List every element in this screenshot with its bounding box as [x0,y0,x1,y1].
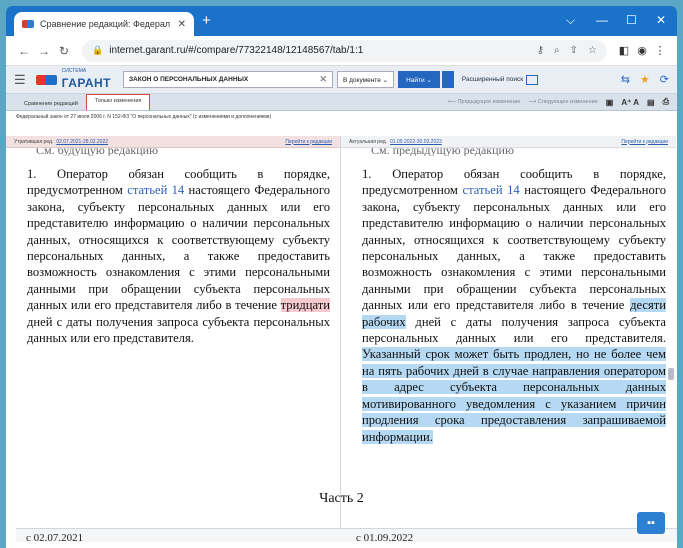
next-change-button[interactable]: ⟶ Следующее изменение [528,99,597,105]
logo-small-text: СИСТЕМА [61,67,87,74]
tab-close-icon[interactable]: ✕ [178,19,186,30]
left-text-c: дней с даты получения запроса субъекта п… [27,314,330,346]
clear-search-icon[interactable]: ✕ [319,74,327,85]
left-removed-text: тридцати [280,298,330,313]
lock-icon: 🔒 [92,45,104,55]
advanced-search-icon [526,74,539,85]
advanced-search-link[interactable]: Расширенный поиск [461,74,539,85]
right-text-b: настоящего Федерального закона, субъекту… [362,183,666,313]
tab-only-changes[interactable]: Только изменения [85,94,151,110]
left-column: Утратившая ред. 02.07.2021-28.02.2022 Пе… [6,136,341,542]
garant-logo-mark-icon [35,73,58,87]
maximize-button[interactable]: ☐ [626,13,637,27]
left-column-header: Утратившая ред. 02.07.2021-28.02.2022 Пе… [6,136,340,148]
save-icon[interactable]: ⎙ [663,97,669,107]
search-scope-select[interactable]: В документе ⌄ [336,71,395,88]
left-go-to-edition-link[interactable]: Перейти к редакции [285,139,332,145]
chat-button[interactable]: ▪▪ [637,512,665,534]
minimize-button[interactable]: — [596,13,608,27]
right-status: Актуальная ред. [349,138,388,145]
logo-name: ГАРАНТ [61,75,111,90]
right-column-header: Актуальная ред. 01.09.2022-30.03.2023 Пе… [341,136,676,148]
left-status: Утратившая ред. [14,138,54,145]
address-bar: ← → ↻ 🔒 internet.garant.ru/#/compare/773… [6,36,677,66]
right-article-link[interactable]: статьей 14 [462,183,519,197]
find-options-button[interactable] [441,71,454,88]
profile-icon[interactable]: ◉ [633,44,651,57]
reload-icon[interactable]: ↻ [54,44,74,58]
tab-strip: Сравнение редакций: Федерал ✕ + ⌵ — ☐ ✕ [6,6,677,36]
right-added-text-2: Указанный срок может быть продлен, но не… [362,347,666,444]
cart-icon[interactable]: ⇆ [621,73,630,86]
next-part-dates-row: с 02.07.2021 с 01.09.2022 [16,528,677,544]
close-window-button[interactable]: ✕ [656,13,666,27]
right-cut-note[interactable]: См. предыдущую редакцию [341,148,676,156]
scrollbar-thumb[interactable] [668,368,674,380]
browser-tab[interactable]: Сравнение редакций: Федерал ✕ [14,12,194,36]
bookmark-star-icon[interactable]: ☆ [588,45,597,56]
right-edition-dates[interactable]: 01.09.2022-30.03.2023 [390,139,442,145]
left-article-link[interactable]: статьей 14 [127,183,184,197]
left-bottom-date: с 02.07.2021 [26,532,84,544]
new-tab-button[interactable]: + [202,12,211,29]
font-size-button[interactable]: A⁺ A [621,98,639,107]
share-icon[interactable]: ⇪ [570,45,578,56]
left-edition-dates[interactable]: 02.07.2021-28.02.2022 [56,139,108,145]
browser-menu-icon[interactable]: ⋮ [651,44,669,57]
chat-icon: ▪▪ [647,517,655,529]
compare-columns: Утратившая ред. 02.07.2021-28.02.2022 Пе… [6,136,677,544]
tab-compare-editions[interactable]: Сравнение редакций [16,98,86,110]
document-icon[interactable]: ▤ [647,98,655,107]
url-text: internet.garant.ru/#/compare/77322148/12… [109,45,364,56]
url-field[interactable]: 🔒 internet.garant.ru/#/compare/77322148/… [82,39,607,62]
tab-search-icon[interactable]: ⌵ [566,13,575,28]
sidepanel-icon[interactable]: ◧ [615,44,633,57]
right-text-c: дней с даты получения запроса субъекта п… [362,314,666,346]
prev-change-button[interactable]: ⟵ Предыдущее изменение [448,99,520,105]
search-input[interactable]: ЗАКОН О ПЕРСОНАЛЬНЫХ ДАННЫХ ✕ [122,71,333,88]
hamburger-menu-icon[interactable]: ☰ [14,72,26,88]
right-bottom-date: с 01.09.2022 [356,532,414,544]
back-icon[interactable]: ← [14,44,34,58]
garant-favicon-icon [22,19,34,29]
search-value: ЗАКОН О ПЕРСОНАЛЬНЫХ ДАННЫХ [128,76,249,83]
favorites-star-icon[interactable]: ★ [640,73,650,86]
compare-tabs: Сравнение редакций Только изменения ⟵ Пр… [6,94,677,111]
left-paragraph: 1. Оператор обязан сообщить в порядке, п… [6,156,340,346]
right-go-to-edition-link[interactable]: Перейти к редакции [621,139,668,145]
key-icon[interactable]: ⚷ [537,45,544,56]
left-text-b: настоящего Федерального закона, субъекту… [27,183,330,313]
forward-icon[interactable]: → [34,44,54,58]
right-paragraph: 1. Оператор обязан сообщить в порядке, п… [341,156,676,445]
left-cut-note[interactable]: См. будущую редакцию [6,148,340,156]
document-title: Федеральный закон от 27 июля 2006 г. N 1… [6,111,677,122]
right-column: Актуальная ред. 01.09.2022-30.03.2023 Пе… [341,136,676,542]
find-button[interactable]: Найти ⌄ [398,71,440,88]
print-icon[interactable]: ▣ [606,98,614,107]
garant-toolbar: ☰ СИСТЕМА ГАРАНТ ЗАКОН О ПЕРСОНАЛЬНЫХ ДА… [6,66,677,94]
part-heading: Часть 2 [319,491,364,506]
advanced-search-label: Расширенный поиск [461,76,524,83]
refresh-icon[interactable]: ⟳ [660,73,669,86]
zoom-icon[interactable]: ⌕ [554,45,560,56]
garant-logo[interactable]: СИСТЕМА ГАРАНТ [35,67,111,92]
tab-title: Сравнение редакций: Федерал [40,19,171,29]
